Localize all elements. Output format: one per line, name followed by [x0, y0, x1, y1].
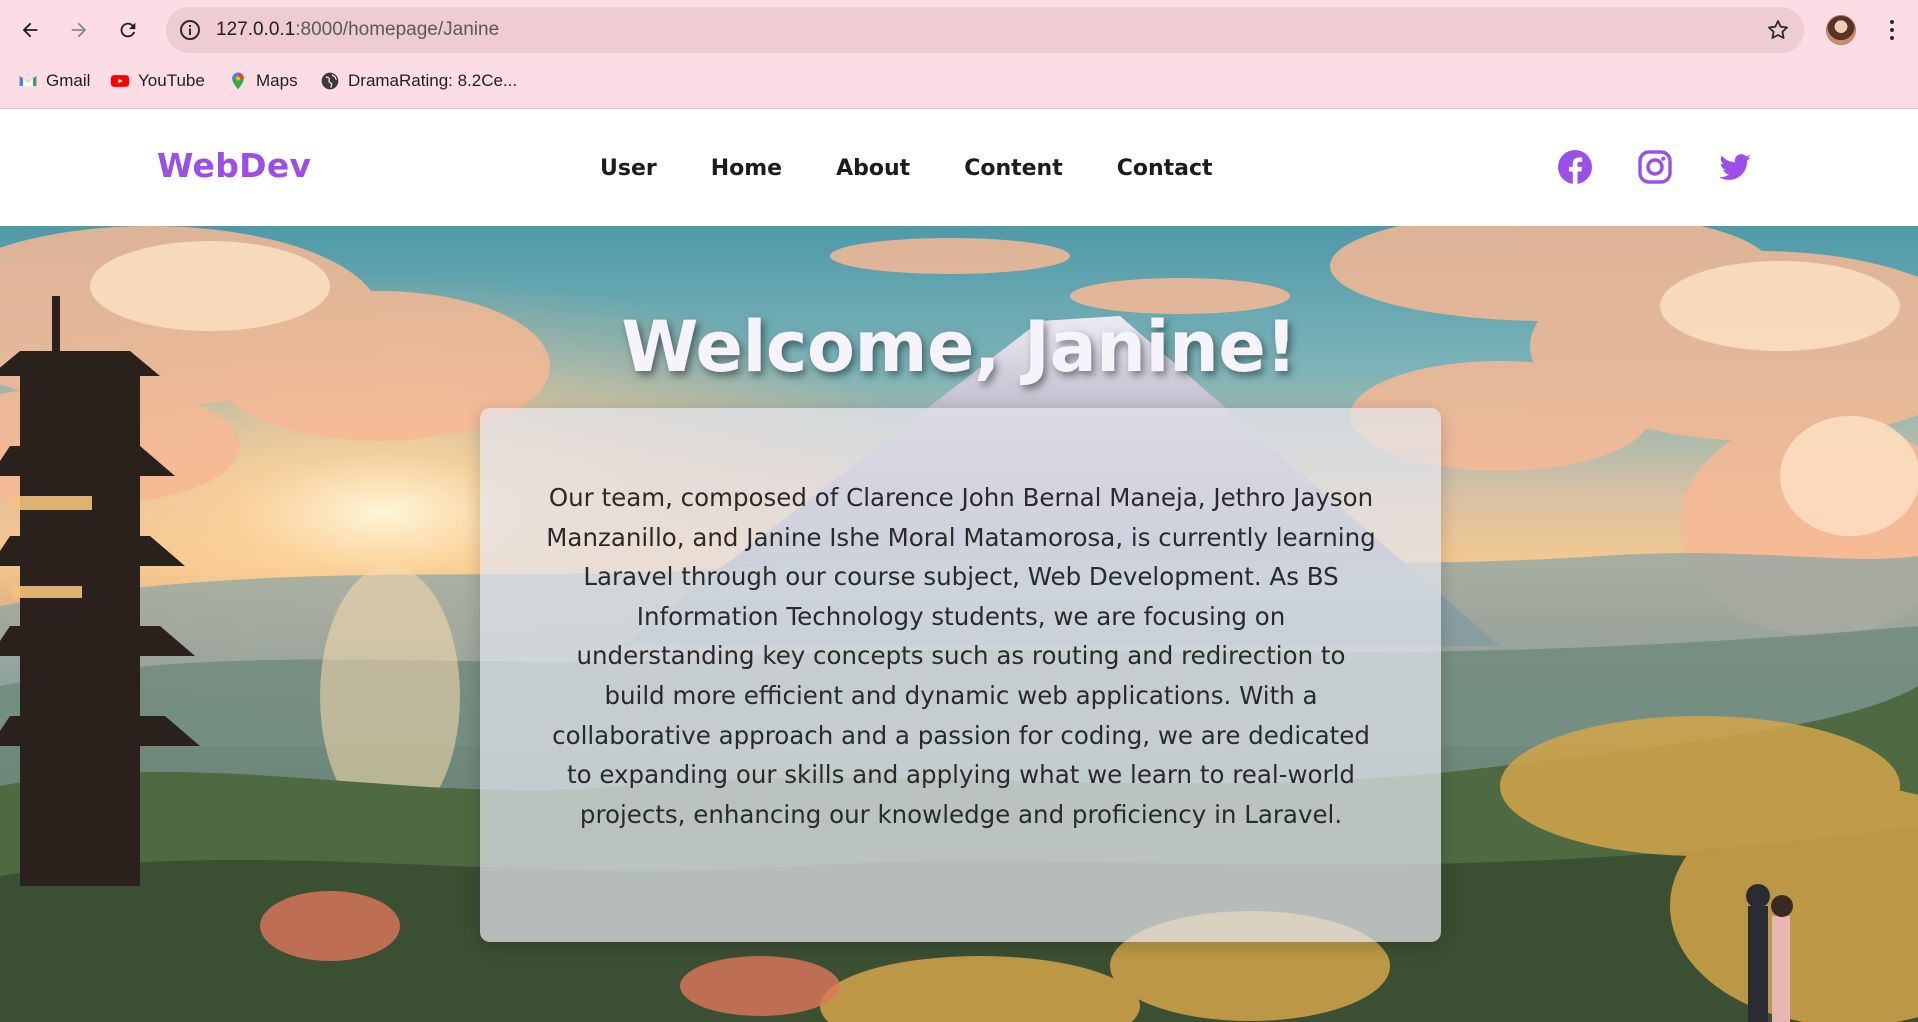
bookmark-label: YouTube	[138, 71, 205, 90]
site-logo[interactable]: WebDev	[157, 146, 311, 185]
twitter-link[interactable]	[1716, 148, 1754, 186]
browser-toolbar: 127.0.0.1:8000/homepage/Janine	[0, 0, 1918, 60]
site-header: WebDev User Home About Content Contact	[0, 110, 1918, 226]
arrow-right-icon	[71, 22, 87, 38]
nav-link-home[interactable]: Home	[711, 156, 782, 181]
hero-section: Welcome, Janine! Our team, composed of C…	[0, 226, 1918, 1022]
reload-icon	[120, 22, 136, 38]
main-nav: User Home About Content Contact	[600, 110, 1267, 226]
address-bar[interactable]: 127.0.0.1:8000/homepage/Janine	[166, 7, 1804, 53]
nav-link-user[interactable]: User	[600, 156, 657, 181]
facebook-icon	[1558, 150, 1592, 184]
twitter-icon	[1719, 154, 1751, 180]
bookmark-youtube[interactable]: YouTube	[110, 62, 205, 100]
reload-button[interactable]	[110, 12, 146, 48]
facebook-link[interactable]	[1556, 148, 1594, 186]
menu-dot	[1890, 36, 1894, 40]
instagram-link[interactable]	[1636, 148, 1674, 186]
intro-card: Our team, composed of Clarence John Bern…	[480, 408, 1441, 942]
arrow-left-icon	[22, 22, 38, 38]
nav-link-content[interactable]: Content	[964, 156, 1063, 181]
bookmark-maps[interactable]: Maps	[228, 62, 298, 100]
site-info-icon[interactable]	[178, 18, 202, 42]
back-button[interactable]	[12, 12, 48, 48]
bookmark-label: DramaRating: 8.2Ce...	[348, 71, 518, 90]
url-path: :8000/homepage/Janine	[295, 19, 500, 40]
browser-chrome: 127.0.0.1:8000/homepage/Janine Gmail You…	[0, 0, 1918, 109]
browser-menu-button[interactable]	[1878, 14, 1906, 46]
globe-icon	[321, 72, 339, 90]
bookmark-gmail[interactable]: Gmail	[18, 62, 90, 100]
intro-paragraph: Our team, composed of Clarence John Bern…	[546, 483, 1376, 829]
menu-dot	[1890, 20, 1894, 24]
nav-link-about[interactable]: About	[836, 156, 910, 181]
nav-link-contact[interactable]: Contact	[1117, 156, 1213, 181]
welcome-heading: Welcome, Janine!	[621, 306, 1297, 388]
instagram-icon	[1638, 150, 1672, 184]
maps-icon	[232, 72, 244, 90]
profile-avatar[interactable]	[1826, 15, 1856, 45]
bookmark-dramarating[interactable]: DramaRating: 8.2Ce...	[320, 62, 517, 100]
menu-dot	[1890, 28, 1894, 32]
url-host: 127.0.0.1	[216, 19, 296, 40]
url-text[interactable]: 127.0.0.1:8000/homepage/Janine	[216, 7, 499, 53]
gmail-icon	[19, 76, 37, 86]
bookmarks-bar: Gmail YouTube Maps DramaRating: 8.2Ce...	[0, 62, 1918, 100]
bookmark-label: Maps	[256, 71, 298, 90]
bookmark-label: Gmail	[46, 71, 91, 90]
forward-button[interactable]	[61, 12, 97, 48]
bookmark-star-icon[interactable]	[1766, 18, 1790, 42]
youtube-icon	[110, 75, 130, 87]
